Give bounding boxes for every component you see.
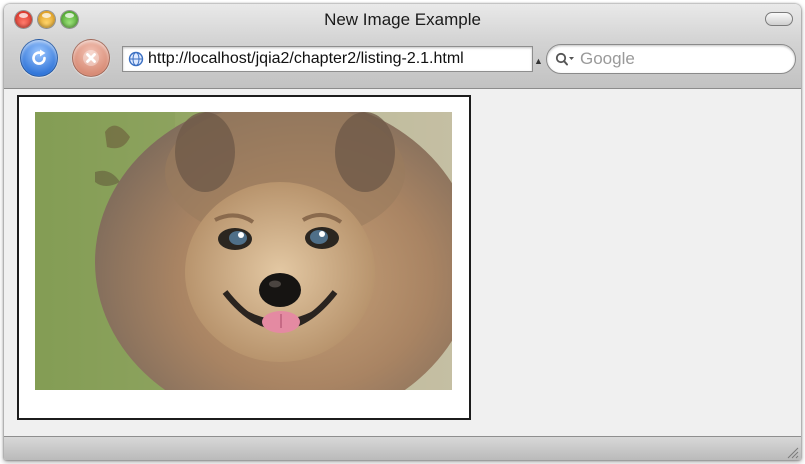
browser-window: New Image Example http://localhost/jqia2…	[4, 4, 801, 460]
toolbar-toggle-button[interactable]	[765, 12, 793, 26]
status-bar	[4, 436, 801, 460]
page-content	[4, 89, 801, 436]
stop-icon	[83, 50, 99, 66]
site-globe-icon	[128, 51, 144, 67]
stop-button[interactable]	[72, 39, 110, 77]
image-frame	[17, 95, 471, 420]
window-title: New Image Example	[324, 10, 481, 29]
resize-grip-icon[interactable]	[785, 445, 799, 459]
search-icon[interactable]	[555, 52, 575, 66]
search-placeholder: Google	[580, 49, 635, 68]
address-bar[interactable]: http://localhost/jqia2/chapter2/listing-…	[122, 46, 533, 72]
url-dropdown-arrow-icon[interactable]: ▲	[534, 56, 543, 66]
search-field[interactable]: Google	[546, 44, 796, 74]
dog-photo	[35, 112, 452, 390]
browser-toolbar: New Image Example http://localhost/jqia2…	[4, 4, 801, 89]
address-bar-url: http://localhost/jqia2/chapter2/listing-…	[148, 50, 464, 67]
reload-icon	[32, 49, 46, 65]
reload-button[interactable]	[20, 39, 58, 77]
